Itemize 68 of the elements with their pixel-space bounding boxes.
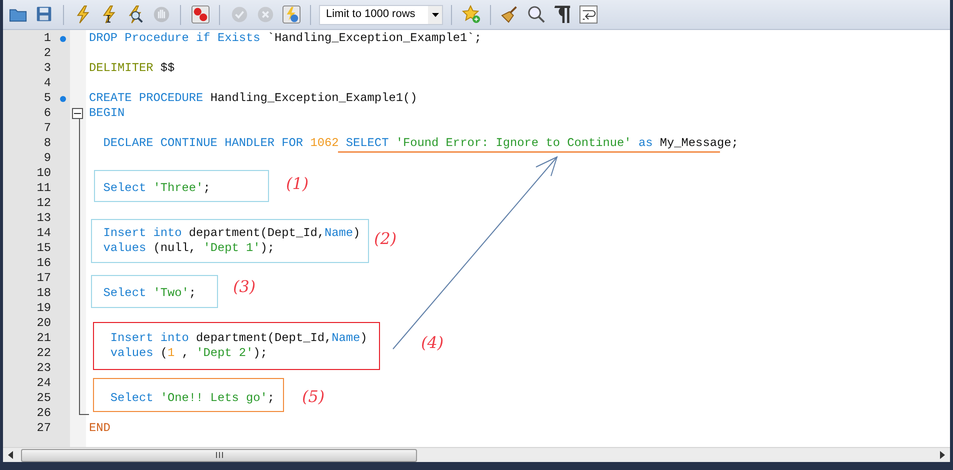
line-number: 2 (42, 46, 52, 61)
line-number: 13 (36, 211, 52, 226)
code-line: values (null, 'Dept 1'); (102, 241, 275, 256)
annotation-label: (4) (421, 334, 444, 352)
line-number: 4 (42, 76, 52, 91)
annotation-label: (5) (302, 388, 325, 406)
right-arrow-icon (939, 451, 945, 459)
code-line: BEGIN (88, 106, 125, 121)
code-line: DELIMITER $$ (88, 61, 175, 76)
code-line: values (1 , 'Dept 2'); (109, 346, 268, 361)
line-number: 3 (42, 61, 52, 76)
line-number: 12 (36, 196, 52, 211)
stop-toggle-button[interactable] (189, 4, 211, 26)
line-number: 6 (42, 106, 52, 121)
search-button[interactable] (525, 4, 547, 26)
line-number: 21 (36, 331, 52, 346)
line-number: 23 (36, 361, 52, 376)
broom-icon (500, 5, 520, 24)
line-number: 27 (36, 421, 52, 436)
left-arrow-icon (8, 451, 14, 459)
line-number: 1 (42, 31, 52, 46)
line-number: 19 (36, 301, 52, 316)
cancel-icon (256, 5, 274, 24)
line-number: 17 (36, 271, 52, 286)
annotation-label: (1) (286, 175, 309, 193)
line-number: 9 (42, 151, 52, 166)
line-number: 7 (42, 121, 52, 136)
line-number: 20 (36, 316, 52, 331)
line-number: 18 (36, 286, 52, 301)
wrap-button[interactable] (577, 4, 599, 26)
save-icon (34, 5, 54, 24)
line-number: 10 (36, 166, 52, 181)
autocommit-button[interactable] (280, 4, 302, 26)
code-line: Select 'Two'; (102, 286, 196, 301)
code-line: Select 'Three'; (102, 181, 210, 196)
code-line: Select 'One!! Lets go'; (109, 391, 275, 406)
code-line: Insert into department(Dept_Id,Name) (102, 226, 360, 241)
hand-icon (152, 5, 170, 24)
line-number: 24 (36, 376, 52, 391)
star-add-icon (462, 5, 480, 24)
line-number: 15 (36, 241, 52, 256)
caret-icon (432, 12, 438, 16)
scrollbar-thumb[interactable] (21, 448, 417, 462)
search-icon (526, 5, 546, 24)
code-line: DECLARE CONTINUE HANDLER FOR 1062 SELECT 'Found Error: Ignore to Continue' as My_Message; (102, 136, 738, 151)
annotation-label: (3) (233, 278, 256, 296)
annotation-label: (2) (374, 230, 397, 248)
line-number: 8 (42, 136, 52, 151)
code-line: END (88, 421, 110, 436)
minus-icon (74, 110, 81, 117)
line-number: 25 (36, 391, 52, 406)
wrap-icon (578, 5, 598, 24)
star-add-button[interactable] (460, 4, 482, 26)
line-number: 22 (36, 346, 52, 361)
stop-toggle-icon (190, 5, 210, 24)
line-number: 26 (36, 406, 52, 421)
pilcrow-icon (552, 5, 572, 24)
code-line: DROP Procedure if Exists `Handling_Exception_Example1`; (88, 31, 482, 46)
line-number: 11 (36, 181, 52, 196)
check-icon (230, 5, 248, 24)
code-line: Insert into department(Dept_Id,Name) (109, 331, 368, 346)
line-number: 5 (42, 91, 52, 106)
autocommit-icon (282, 5, 300, 24)
line-number: 16 (36, 256, 52, 271)
fold-toggle[interactable] (72, 108, 83, 119)
limit-rows-dropdown[interactable]: Limit to 1000 rows (319, 4, 443, 24)
code-line: CREATE PROCEDURE Handling_Exception_Example1() (88, 91, 418, 106)
line-number: 14 (36, 226, 52, 241)
